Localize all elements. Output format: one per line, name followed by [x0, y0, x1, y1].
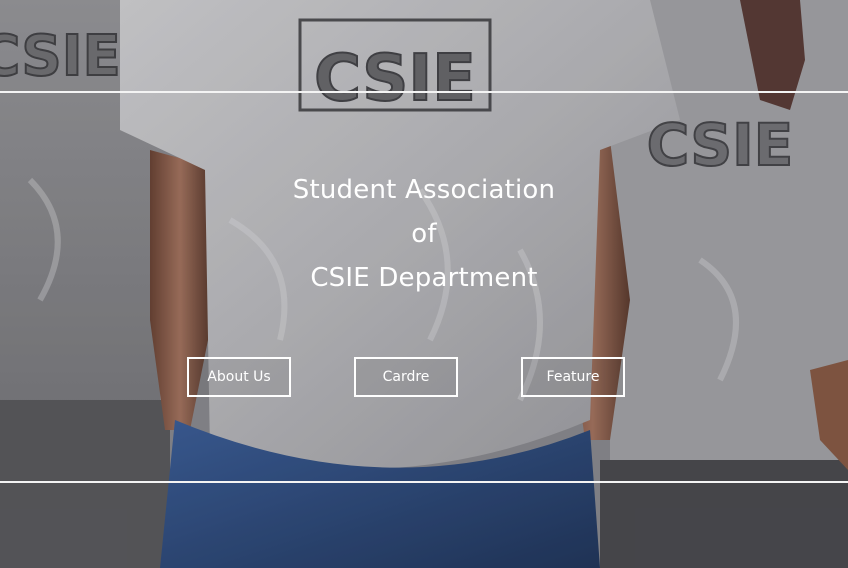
- hero-title-line-1: Student Association: [292, 175, 556, 205]
- hero-title-line-3: CSIE Department: [310, 263, 538, 293]
- hero-title-line-2: of: [411, 219, 437, 249]
- about-us-button[interactable]: About Us: [187, 357, 291, 397]
- bottom-divider-line: [0, 481, 848, 483]
- hero-title: Student Association of CSIE Department: [224, 168, 624, 300]
- hero-section: CSIE CSIE CSIE Student Association of CS…: [0, 0, 848, 568]
- feature-button[interactable]: Feature: [521, 357, 625, 397]
- cardre-button[interactable]: Cardre: [354, 357, 458, 397]
- top-divider-line: [0, 91, 848, 93]
